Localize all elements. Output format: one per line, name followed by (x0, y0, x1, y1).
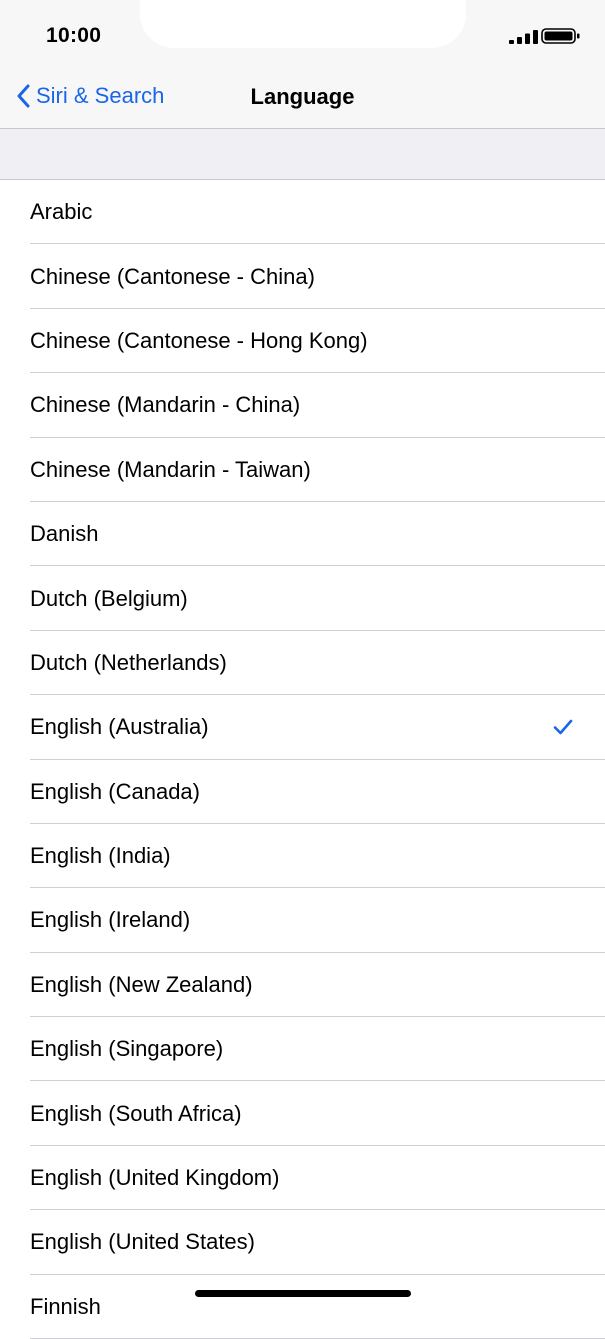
language-item[interactable]: Chinese (Mandarin - China) (0, 373, 605, 438)
language-item[interactable]: English (Ireland) (0, 888, 605, 954)
language-item[interactable]: Dutch (Netherlands) (0, 630, 605, 696)
battery-icon (541, 28, 580, 44)
language-item-label: Arabic (30, 199, 93, 225)
language-item-label: English (India) (30, 843, 171, 869)
language-item[interactable]: Danish (0, 501, 605, 567)
language-item-label: Chinese (Cantonese - Hong Kong) (30, 327, 368, 353)
language-item-label: English (United Kingdom) (30, 1165, 280, 1191)
checkmark-icon (553, 720, 573, 735)
language-item[interactable]: English (Australia) (0, 695, 605, 760)
language-item[interactable]: Dutch (Belgium) (0, 566, 605, 632)
page-title: Language (0, 84, 605, 110)
language-item-label: Danish (30, 521, 99, 547)
language-item-label: Chinese (Cantonese - China) (30, 263, 315, 289)
language-item[interactable]: Arabic (0, 180, 605, 245)
language-item-label: English (Canada) (30, 778, 200, 804)
language-item-label: English (United States) (30, 1229, 255, 1255)
home-indicator[interactable] (195, 1290, 411, 1297)
status-time: 10:00 (46, 24, 102, 47)
status-bar: 10:00 (0, 0, 605, 68)
language-item-label: English (Australia) (30, 714, 209, 740)
language-item-label: Finnish (30, 1293, 101, 1319)
language-item[interactable]: English (United Kingdom) (0, 1145, 605, 1211)
language-item[interactable]: English (India) (0, 823, 605, 889)
cellular-signal-icon (509, 30, 538, 44)
language-item[interactable]: English (United States) (0, 1210, 605, 1276)
language-item[interactable]: English (Canada) (0, 759, 605, 825)
language-item-label: Dutch (Netherlands) (30, 649, 227, 675)
language-item-label: English (South Africa) (30, 1100, 242, 1126)
language-item-label: English (Ireland) (30, 907, 191, 933)
language-item[interactable]: Chinese (Cantonese - Hong Kong) (0, 308, 605, 374)
language-item[interactable]: Chinese (Cantonese - China) (0, 244, 605, 310)
language-item[interactable]: English (New Zealand) (0, 952, 605, 1018)
navigation-bar: Siri & Search Language (0, 68, 605, 129)
device-notch (140, 0, 466, 48)
language-item[interactable]: Finnish (0, 1274, 605, 1339)
language-item-label: Dutch (Belgium) (30, 585, 188, 611)
section-header-spacer (0, 129, 605, 180)
language-item-label: English (Singapore) (30, 1036, 224, 1062)
page-title-text: Language (250, 84, 355, 109)
language-item[interactable]: English (South Africa) (0, 1081, 605, 1147)
language-item[interactable]: English (Singapore) (0, 1017, 605, 1082)
language-item-label: Chinese (Mandarin - China) (30, 392, 301, 418)
language-item[interactable]: Chinese (Mandarin - Taiwan) (0, 437, 605, 503)
language-item-label: Chinese (Mandarin - Taiwan) (30, 456, 311, 482)
language-list: Arabic Chinese (Cantonese - China) Chinese… (0, 180, 605, 1339)
language-item-label: English (New Zealand) (30, 971, 253, 997)
